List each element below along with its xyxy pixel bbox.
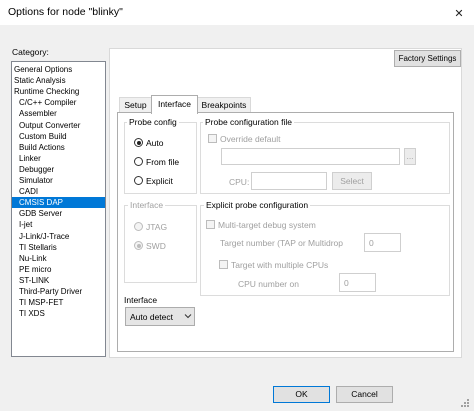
factory-settings-button[interactable]: Factory Settings [394, 50, 461, 67]
category-item[interactable]: Debugger [12, 164, 105, 175]
category-item[interactable]: Runtime Checking [12, 86, 105, 97]
category-label: Category: [12, 47, 49, 57]
cpu-label: CPU: [229, 177, 250, 187]
category-item[interactable]: TI Stellaris [12, 242, 105, 253]
interface-group-title: Interface [128, 200, 166, 210]
category-item[interactable]: PE micro [12, 264, 105, 275]
probe-auto-radio[interactable] [134, 138, 143, 147]
category-item[interactable]: Linker [12, 153, 105, 164]
cpu-number-value: 0 [344, 278, 349, 288]
tab-breakpoints[interactable]: Breakpoints [197, 97, 251, 112]
close-button[interactable]: ✕ [444, 0, 474, 26]
swd-radio[interactable] [134, 241, 143, 250]
category-item[interactable]: Build Actions [12, 142, 105, 153]
tab-interface[interactable]: Interface [151, 95, 198, 114]
multi-cpu-label: Target with multiple CPUs [231, 260, 329, 270]
window-title: Options for node "blinky" [8, 6, 123, 18]
browse-button[interactable]: ... [404, 148, 416, 165]
override-default-label: Override default [220, 134, 281, 144]
override-default-checkbox[interactable] [208, 134, 217, 143]
probe-config-title: Probe config [127, 117, 179, 127]
radio-dot [136, 243, 141, 248]
swd-label: SWD [146, 241, 166, 251]
category-item[interactable]: C/C++ Compiler [12, 97, 105, 108]
category-item[interactable]: General Options [12, 64, 105, 75]
category-list[interactable]: General Options Static Analysis Runtime Ch… [11, 61, 106, 357]
category-item[interactable]: ST-LINK [12, 275, 105, 286]
category-item[interactable]: I-jet [12, 219, 105, 230]
explicit-probe-title: Explicit probe configuration [204, 200, 311, 210]
select-cpu-button[interactable]: Select [332, 172, 372, 190]
category-item[interactable]: Custom Build [12, 131, 105, 142]
category-item[interactable]: Output Converter [12, 120, 105, 131]
cpu-number-label: CPU number on [238, 279, 299, 289]
multi-target-label: Multi-target debug system [218, 220, 316, 230]
probe-from-file-label: From file [146, 157, 180, 167]
category-item[interactable]: CADI [12, 186, 105, 197]
radio-dot [136, 140, 141, 145]
chevron-down-icon [183, 311, 193, 321]
category-item[interactable]: Third-Party Driver [12, 286, 105, 297]
jtag-label: JTAG [146, 222, 168, 232]
ok-button[interactable]: OK [273, 386, 330, 403]
multi-target-checkbox[interactable] [206, 220, 215, 229]
probe-explicit-radio[interactable] [134, 176, 143, 185]
resize-grip-icon[interactable] [460, 398, 470, 408]
multi-cpu-checkbox[interactable] [219, 260, 228, 269]
title-bar: Options for node "blinky" ✕ [0, 0, 474, 26]
interface-select-value: Auto detect [130, 312, 174, 322]
jtag-radio[interactable] [134, 222, 143, 231]
category-item[interactable]: Simulator [12, 175, 105, 186]
probe-explicit-label: Explicit [146, 176, 173, 186]
close-icon: ✕ [454, 7, 464, 20]
category-item[interactable]: Static Analysis [12, 75, 105, 86]
probe-auto-label: Auto [146, 138, 164, 148]
category-item[interactable]: TI XDS [12, 308, 105, 319]
cancel-button[interactable]: Cancel [336, 386, 393, 403]
cpu-input[interactable] [251, 172, 327, 190]
category-item[interactable]: Nu-Link [12, 253, 105, 264]
probe-file-path-input[interactable] [221, 148, 400, 165]
category-item[interactable]: GDB Server [12, 208, 105, 219]
category-item[interactable]: J-Link/J-Trace [12, 231, 105, 242]
target-number-value: 0 [369, 238, 374, 248]
tab-setup[interactable]: Setup [119, 97, 152, 112]
interface-select-label: Interface [124, 295, 158, 305]
target-number-input[interactable]: 0 [364, 233, 401, 252]
cpu-number-input[interactable]: 0 [339, 273, 376, 292]
target-number-label: Target number (TAP or Multidrop [220, 238, 343, 248]
category-item[interactable]: CMSIS DAP [12, 197, 105, 209]
probe-file-title: Probe configuration file [203, 117, 294, 127]
interface-select[interactable]: Auto detect [125, 307, 195, 326]
category-item[interactable]: TI MSP-FET [12, 297, 105, 308]
category-item[interactable]: Assembler [12, 108, 105, 119]
probe-from-file-radio[interactable] [134, 157, 143, 166]
